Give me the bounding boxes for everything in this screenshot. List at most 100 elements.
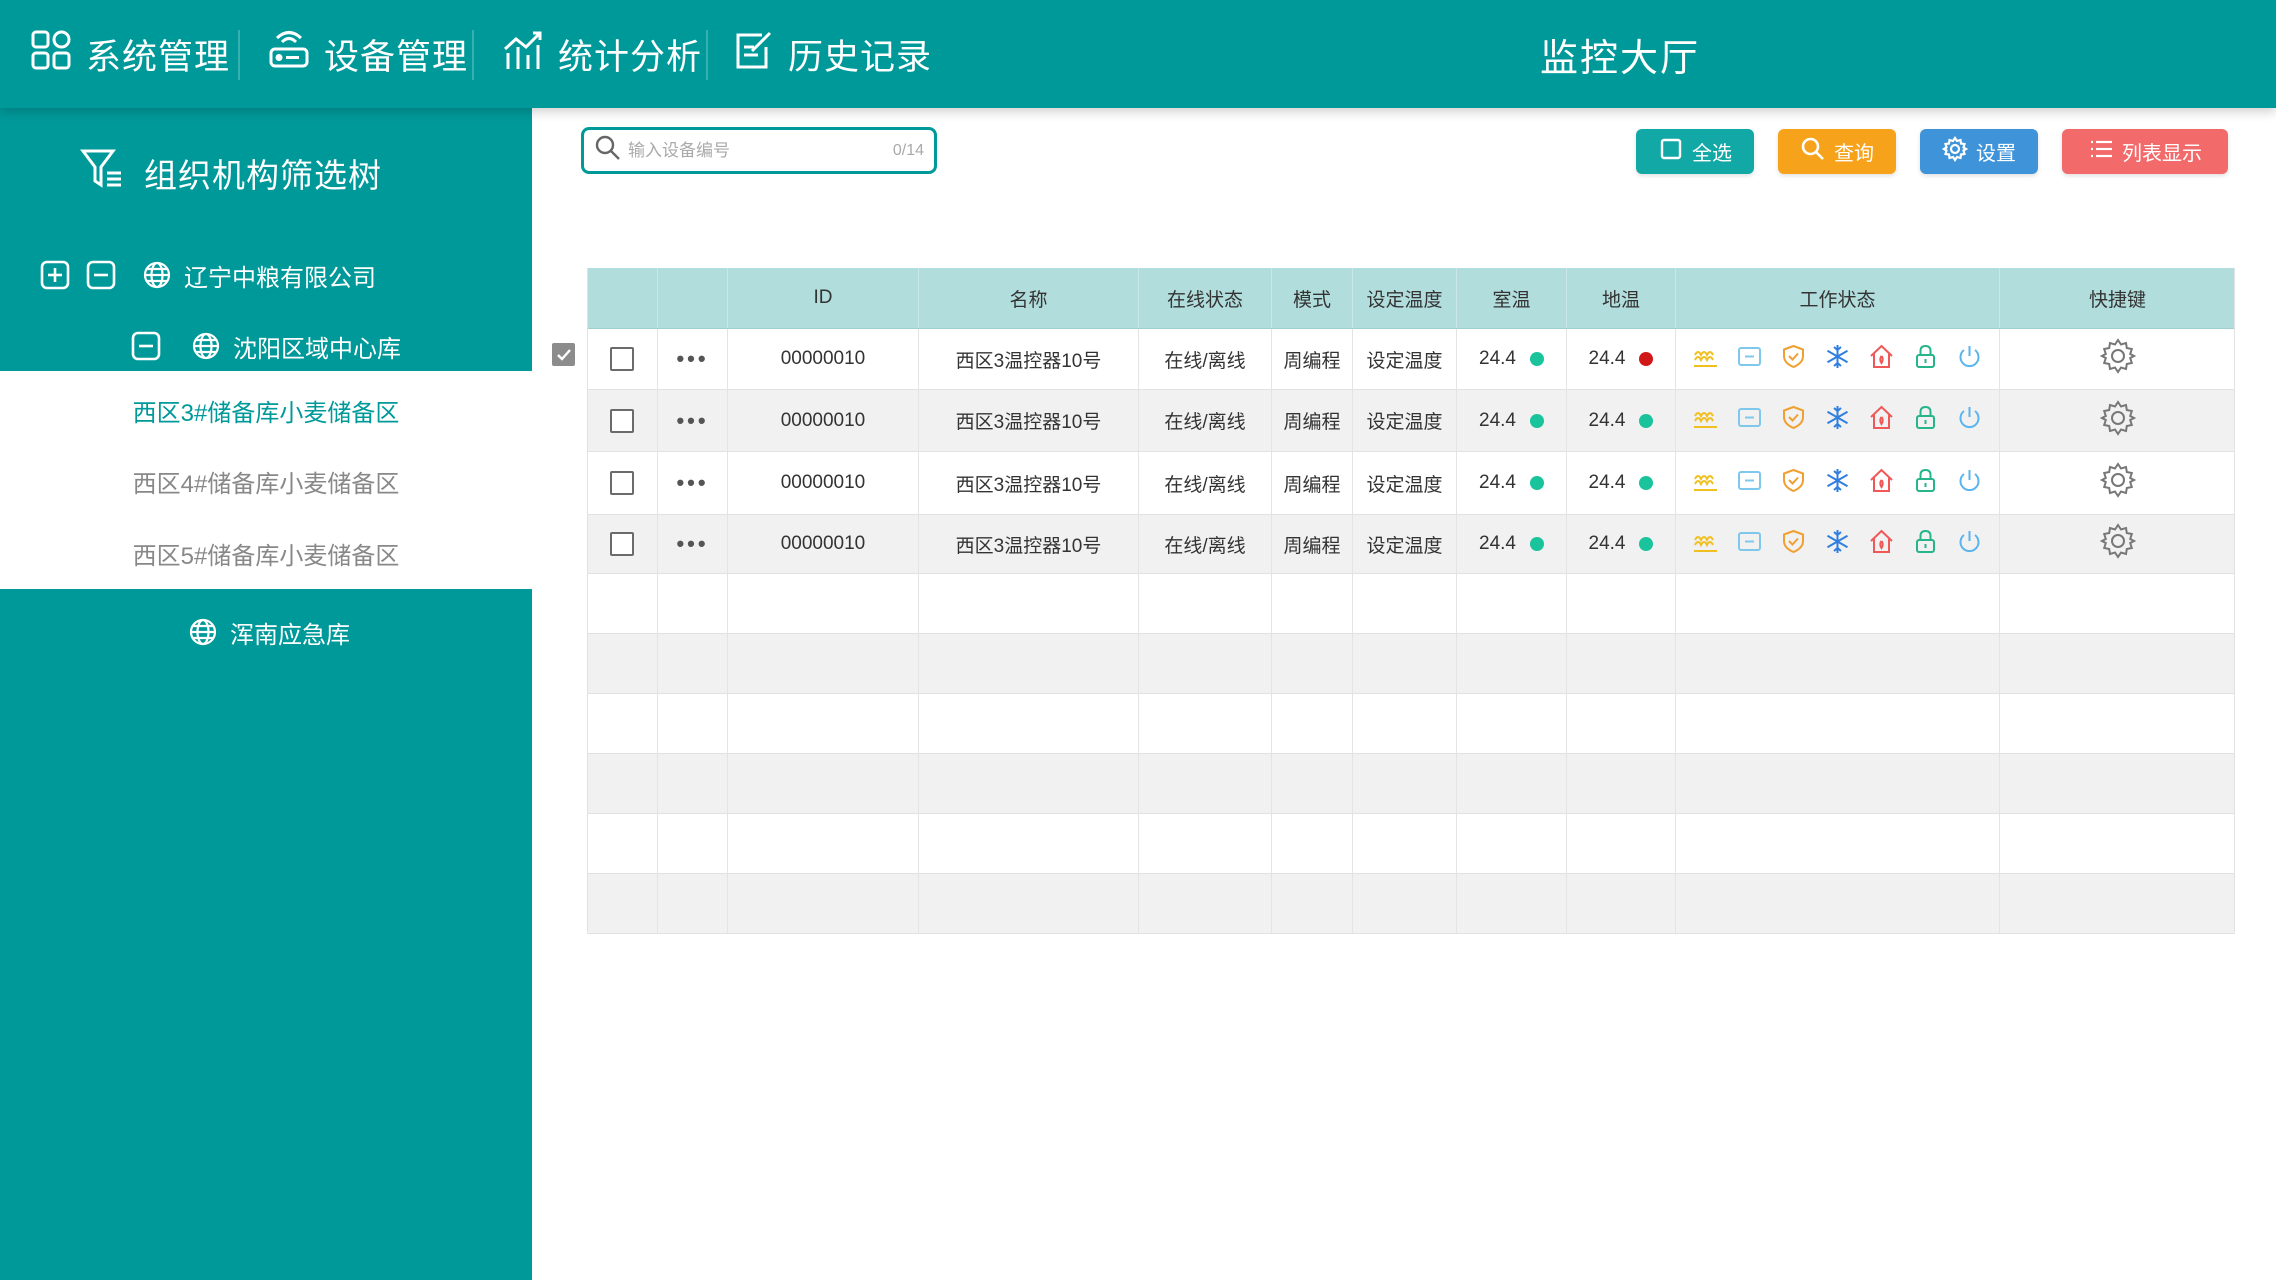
globe-icon [191,331,221,361]
home-icon[interactable] [1868,404,1895,437]
snowflake-icon[interactable] [1824,404,1851,437]
row-checkbox[interactable] [610,471,634,495]
gear-icon[interactable] [2099,523,2136,565]
device-search-box[interactable]: 0/14 [581,127,937,174]
table-cell [587,694,658,753]
select-all-button[interactable]: 全选 [1636,129,1754,174]
panel-icon[interactable] [1736,528,1763,561]
query-button[interactable]: 查询 [1778,129,1896,174]
cell-id: 00000010 [780,533,866,554]
panel-icon[interactable] [1736,343,1763,376]
power-icon[interactable] [1956,528,1983,561]
tree-child-west5[interactable]: 西区5#储备库小麦储备区 [0,536,532,571]
tree-node-shenyang[interactable]: 沈阳区域中心库 [131,321,401,371]
lock-icon[interactable] [1912,528,1939,561]
row-checkbox[interactable] [610,347,634,371]
table-cell [1676,874,2000,933]
more-options-icon[interactable]: ••• [676,348,708,370]
table-cell [1272,634,1353,693]
settings-button[interactable]: 设置 [1920,129,2038,174]
table-cell [1353,634,1457,693]
table-cell: 在线/离线 [1139,329,1272,389]
power-icon[interactable] [1956,467,1983,500]
lock-icon[interactable] [1912,467,1939,500]
tree-child-west3[interactable]: 西区3#储备库小麦储备区 [0,393,532,428]
shield-icon[interactable] [1780,528,1807,561]
table-cell: 00000010 [728,452,919,514]
row-checkbox[interactable] [610,532,634,556]
table-cell: 设定温度 [1353,329,1457,389]
panel-icon[interactable] [1736,467,1763,500]
shield-icon[interactable] [1780,404,1807,437]
collapse-icon[interactable] [131,331,161,361]
cell-online: 在线/离线 [1164,474,1246,496]
lock-icon[interactable] [1912,404,1939,437]
gear-icon[interactable] [2099,462,2136,504]
header-actions-col [658,268,728,328]
home-icon[interactable] [1868,528,1895,561]
table-cell [1353,694,1457,753]
floor-heat-icon[interactable] [1692,467,1719,500]
status-dot [1639,352,1654,366]
more-options-icon[interactable]: ••• [676,533,708,555]
table-cell: 24.4 [1567,390,1676,451]
gear-icon[interactable] [2099,399,2136,442]
snowflake-icon[interactable] [1824,467,1851,500]
table-cell: 在线/离线 [1139,390,1272,451]
table-cell [658,634,728,693]
tree-node-hunnan[interactable]: 浑南应急库 [188,607,350,657]
home-icon[interactable] [1868,467,1895,500]
org-filter-sidebar: 组织机构筛选树 辽宁中粮有限公司 沈阳区域中心库 西区3#储备库小麦储备区 西区… [0,108,532,1280]
table-cell: 24.4 [1457,390,1567,451]
tree-child-west4[interactable]: 西区4#储备库小麦储备区 [0,464,532,499]
search-input[interactable] [628,140,893,161]
more-options-icon[interactable]: ••• [676,409,708,432]
header-shortcut: 快捷键 [2088,289,2146,311]
cell-id: 00000010 [780,472,866,493]
nav-statistics[interactable]: 统计分析 [502,0,702,108]
button-label: 全选 [1692,143,1732,165]
shield-icon[interactable] [1780,467,1807,500]
table-grid: ID 名称 在线状态 模式 设定温度 室温 地温 工作状态 快捷键 ••• 000… [587,268,2235,934]
table-cell [1567,874,1676,933]
cell-room-temp: 24.4 [1479,533,1516,554]
tree-node-root[interactable]: 辽宁中粮有限公司 [40,250,376,300]
gear-icon[interactable] [2099,338,2136,380]
tree-label: 辽宁中粮有限公司 [184,264,376,292]
header-work-status: 工作状态 [1676,268,2000,328]
snowflake-icon[interactable] [1824,343,1851,376]
power-icon[interactable] [1956,343,1983,376]
header-checkbox-col [587,268,658,328]
floor-heat-icon[interactable] [1692,343,1719,376]
status-dot [1529,413,1544,428]
panel-icon[interactable] [1736,404,1763,437]
more-options-icon[interactable]: ••• [676,472,708,494]
nav-history[interactable]: 历史记录 [732,0,932,108]
table-cell [1457,634,1567,693]
table-cell [1676,452,2000,514]
nav-system-management[interactable]: 系统管理 [30,0,230,108]
nav-divider [472,30,474,80]
page-title: 监控大厅 [1540,37,1701,80]
row-checkbox[interactable] [610,408,634,433]
expand-icon[interactable] [40,260,70,290]
table-cell [1567,694,1676,753]
nav-label: 设备管理 [324,37,469,77]
lock-icon[interactable] [1912,343,1939,376]
table-cell: 24.4 [1567,329,1676,389]
search-char-count: 0/14 [892,141,924,159]
home-icon[interactable] [1868,343,1895,376]
floor-heat-icon[interactable] [1692,404,1719,437]
snowflake-icon[interactable] [1824,528,1851,561]
table-cell: ••• [658,329,728,389]
floor-heat-icon[interactable] [1692,528,1719,561]
cell-name: 西区3温控器10号 [955,474,1102,496]
cell-room-temp: 24.4 [1479,348,1516,369]
shield-icon[interactable] [1780,343,1807,376]
nav-device-management[interactable]: 设备管理 [268,0,468,108]
collapse-icon[interactable] [86,260,116,290]
list-view-button[interactable]: 列表显示 [2062,129,2228,174]
row-selected-checkbox[interactable] [552,343,575,366]
header-set-temp: 设定温度 [1353,268,1457,328]
power-icon[interactable] [1956,404,1983,437]
